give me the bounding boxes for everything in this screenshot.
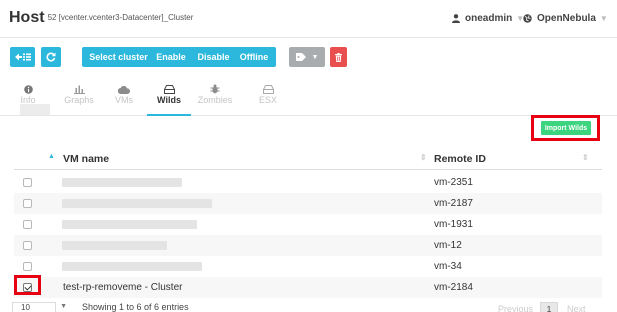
- page-length-select[interactable]: 10 ▼: [12, 302, 67, 312]
- globe-icon: [523, 14, 532, 23]
- entries-info: Showing 1 to 6 of 6 entries: [82, 302, 189, 312]
- row-checkbox[interactable]: [23, 241, 32, 250]
- remote-id: vm-12: [434, 240, 462, 251]
- tab-label: Wilds: [157, 95, 181, 105]
- table-row[interactable]: vm-2351: [14, 172, 602, 193]
- table-row[interactable]: vm-2187: [14, 193, 602, 214]
- remote-id: vm-2351: [434, 177, 473, 188]
- table-row[interactable]: vm-12: [14, 235, 602, 256]
- remote-id: vm-2187: [434, 198, 473, 209]
- column-header-vm-name[interactable]: VM name: [63, 153, 109, 165]
- bug-icon: [210, 84, 220, 94]
- redacted-name: [62, 241, 167, 250]
- labels-dropdown-button[interactable]: ▼: [289, 47, 325, 67]
- tab-graphs[interactable]: Graphs: [57, 80, 101, 116]
- trash-icon: [335, 52, 342, 62]
- tab-label: Graphs: [64, 95, 94, 105]
- page-header: Host 52 [vcenter.vcenter3-Datacenter]_Clu…: [0, 0, 617, 38]
- page-title-text: Host: [9, 9, 45, 26]
- zone-menu[interactable]: OpenNebula ▼: [523, 13, 608, 24]
- import-wilds-button[interactable]: Import Wilds: [541, 121, 591, 135]
- sort-icon: ⇕: [582, 153, 589, 162]
- hdd-icon: [163, 85, 175, 94]
- back-list-icon: [14, 53, 31, 61]
- column-header-remote-id[interactable]: Remote ID: [434, 153, 486, 165]
- redacted-name: [62, 199, 212, 208]
- tab-label: VMs: [115, 95, 133, 105]
- refresh-button[interactable]: [41, 47, 61, 67]
- tab-bar: Info Graphs VMs Wilds Zombies ESX: [0, 80, 617, 116]
- next-page-button[interactable]: Next: [567, 304, 586, 312]
- user-icon: [452, 14, 460, 23]
- chevron-down-icon: ▼: [60, 303, 67, 310]
- remote-id: vm-1931: [434, 219, 473, 230]
- chevron-down-icon: ▼: [599, 14, 608, 23]
- table-row[interactable]: vm-1931: [14, 214, 602, 235]
- table-row[interactable]: test-rp-removeme - Cluster vm-2184: [14, 277, 602, 298]
- vm-name: test-rp-removeme - Cluster: [63, 282, 183, 293]
- redacted-name: [62, 178, 182, 187]
- row-checkbox[interactable]: [23, 220, 32, 229]
- row-checkbox[interactable]: [23, 262, 32, 271]
- back-to-list-button[interactable]: [10, 47, 35, 67]
- row-checkbox[interactable]: [23, 199, 32, 208]
- bar-chart-icon: [73, 85, 85, 94]
- disable-button[interactable]: Disable: [190, 47, 237, 67]
- table-row[interactable]: vm-34: [14, 256, 602, 277]
- previous-page-button[interactable]: Previous: [498, 304, 533, 312]
- cloud-icon: [118, 86, 130, 94]
- tab-zombies[interactable]: Zombies: [193, 80, 237, 116]
- tab-esx[interactable]: ESX: [246, 80, 290, 116]
- tab-vms[interactable]: VMs: [102, 80, 146, 116]
- redacted-block: [20, 104, 50, 115]
- page-title: Host 52 [vcenter.vcenter3-Datacenter]_Clu…: [9, 9, 193, 27]
- table-header: ▲ VM name ⇕ Remote ID ⇕: [14, 148, 602, 170]
- delete-button[interactable]: [330, 47, 347, 67]
- hdd-icon: [262, 85, 274, 94]
- tab-label: Zombies: [197, 95, 233, 105]
- zone-name: OpenNebula: [537, 13, 596, 24]
- user-menu[interactable]: oneadmin ▼: [452, 13, 524, 24]
- remote-id: vm-34: [434, 261, 462, 272]
- tag-icon: [295, 53, 306, 61]
- enable-button[interactable]: Enable: [149, 47, 193, 67]
- redacted-name: [62, 262, 202, 271]
- row-checkbox[interactable]: [23, 178, 32, 187]
- select-cluster-button[interactable]: Select cluster: [82, 47, 155, 67]
- chevron-down-icon: ▼: [311, 53, 319, 61]
- refresh-icon: [46, 52, 56, 62]
- page-subtitle: 52 [vcenter.vcenter3-Datacenter]_Cluster: [47, 13, 194, 22]
- user-name: oneadmin: [465, 13, 513, 24]
- tab-label: ESX: [258, 95, 277, 105]
- redacted-name: [62, 220, 197, 229]
- table-footer: 10 ▼ Showing 1 to 6 of 6 entries Previou…: [0, 300, 617, 312]
- page-length-value: 10: [21, 303, 30, 312]
- tab-wilds[interactable]: Wilds: [147, 80, 191, 116]
- sort-asc-icon: ▲: [48, 153, 55, 160]
- sort-icon: ⇕: [420, 153, 427, 162]
- offline-button[interactable]: Offline: [232, 47, 276, 67]
- highlight-frame: [14, 275, 41, 295]
- current-page-button[interactable]: 1: [540, 302, 558, 312]
- remote-id: vm-2184: [434, 282, 473, 293]
- info-icon: [23, 85, 33, 94]
